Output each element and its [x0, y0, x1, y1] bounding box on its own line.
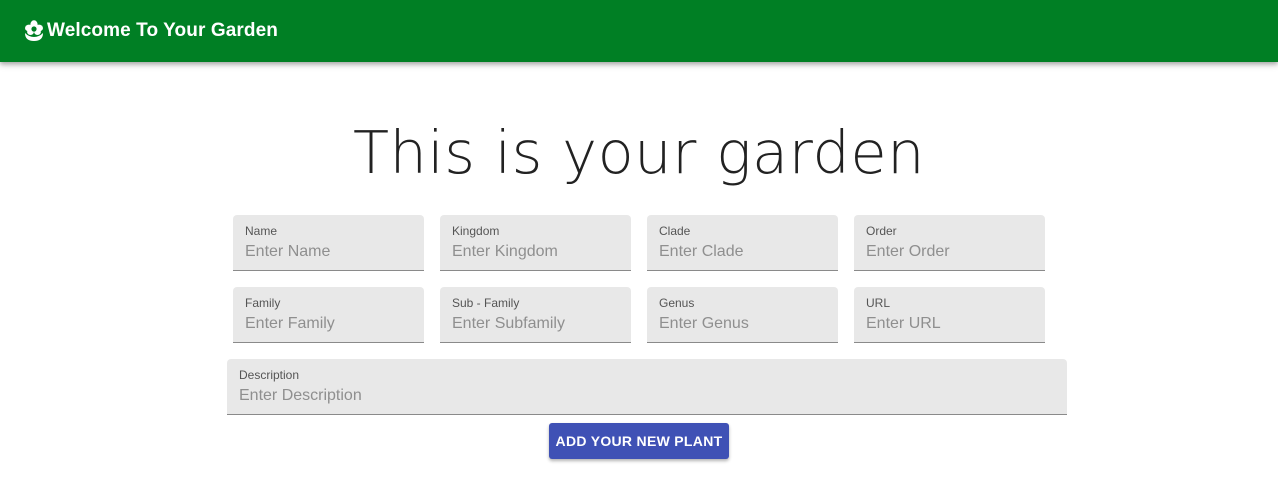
- app-bar: Welcome To Your Garden: [0, 0, 1278, 62]
- genus-label: Genus: [659, 296, 695, 310]
- kingdom-field[interactable]: Kingdom: [440, 215, 631, 271]
- name-field[interactable]: Name: [233, 215, 424, 271]
- subfamily-field[interactable]: Sub - Family: [440, 287, 631, 343]
- description-field[interactable]: Description: [227, 359, 1067, 415]
- family-label: Family: [245, 296, 281, 310]
- clade-field[interactable]: Clade: [647, 215, 838, 271]
- clade-input[interactable]: [659, 243, 826, 261]
- subfamily-input[interactable]: [452, 315, 619, 333]
- name-label: Name: [245, 224, 278, 238]
- genus-input[interactable]: [659, 315, 826, 333]
- url-input[interactable]: [866, 315, 1033, 333]
- kingdom-input[interactable]: [452, 243, 619, 261]
- family-input[interactable]: [245, 315, 412, 333]
- description-input[interactable]: [239, 387, 1055, 405]
- genus-field[interactable]: Genus: [647, 287, 838, 343]
- order-label: Order: [866, 224, 897, 238]
- description-label: Description: [239, 368, 300, 382]
- flower-icon: [24, 20, 44, 42]
- app-title: Welcome To Your Garden: [47, 20, 278, 41]
- subfamily-label: Sub - Family: [452, 296, 520, 310]
- add-plant-button[interactable]: ADD YOUR NEW PLANT: [549, 423, 729, 459]
- clade-label: Clade: [659, 224, 691, 238]
- url-field[interactable]: URL: [854, 287, 1045, 343]
- order-input[interactable]: [866, 243, 1033, 261]
- kingdom-label: Kingdom: [452, 224, 500, 238]
- order-field[interactable]: Order: [854, 215, 1045, 271]
- url-label: URL: [866, 296, 891, 310]
- page-heading: This is your garden: [352, 118, 926, 187]
- name-input[interactable]: [245, 243, 412, 261]
- family-field[interactable]: Family: [233, 287, 424, 343]
